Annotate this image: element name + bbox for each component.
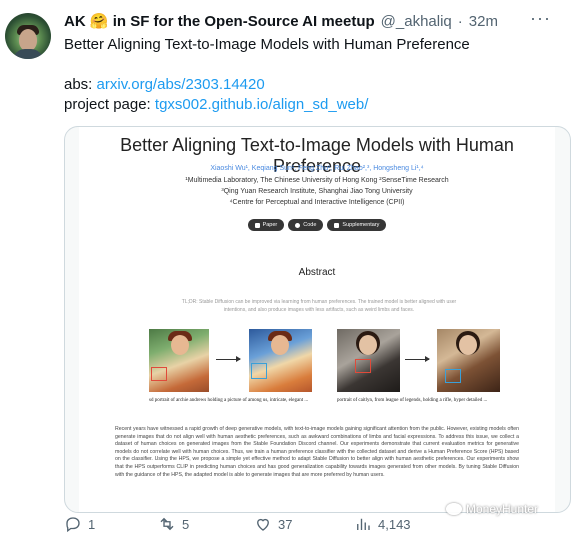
example-image-after-1 bbox=[249, 329, 312, 392]
views-icon bbox=[357, 518, 370, 530]
reply-count: 1 bbox=[88, 516, 96, 532]
tweet-text: Better Aligning Text-to-Image Models wit… bbox=[64, 35, 554, 115]
abs-prefix: abs: bbox=[64, 76, 97, 93]
abstract-body: Recent years have witnessed a rapid grow… bbox=[115, 426, 519, 478]
paper-screenshot: Better Aligning Text-to-Image Models wit… bbox=[79, 127, 555, 512]
tweet: AK 🤗 in SF for the Open-Source AI meetup… bbox=[0, 0, 577, 536]
document-icon bbox=[334, 222, 340, 228]
tldr-text: TL;DR: Stable Diffusion can be improved … bbox=[181, 299, 457, 313]
document-icon bbox=[254, 222, 260, 228]
example-image-after-2 bbox=[437, 329, 500, 392]
tweet-timestamp[interactable]: 32m bbox=[469, 13, 498, 30]
wechat-icon bbox=[446, 503, 462, 515]
abstract-heading: Abstract bbox=[298, 267, 336, 278]
code-button: Code bbox=[288, 219, 324, 231]
retweet-icon bbox=[160, 517, 174, 531]
views-count: 4,143 bbox=[378, 516, 411, 532]
watermark: MoneyHunter bbox=[446, 502, 538, 516]
example-caption-2: portrait of caitlyn, from league of lege… bbox=[337, 398, 488, 403]
watermark-text: MoneyHunter bbox=[466, 502, 539, 516]
arrow-icon bbox=[216, 356, 241, 362]
media-card[interactable]: Better Aligning Text-to-Image Models wit… bbox=[64, 126, 571, 513]
author-handle[interactable]: @_akhaliq bbox=[381, 13, 452, 30]
example-image-before-1 bbox=[149, 329, 209, 392]
hugging-face-emoji: 🤗 bbox=[89, 13, 109, 30]
author-name-text: AK bbox=[64, 13, 86, 30]
paper-affiliation-2: ³Qing Yuan Research Institute, Shanghai … bbox=[221, 188, 413, 195]
author-name-suffix: in SF for the Open-Source AI meetup bbox=[112, 13, 375, 30]
reply-icon bbox=[66, 517, 80, 533]
project-line: project page: tgxs002.github.io/align_sd… bbox=[64, 95, 554, 115]
like-count: 37 bbox=[278, 516, 293, 532]
paper-button-label: Paper bbox=[262, 222, 278, 228]
paper-affiliation-1: ¹Multimedia Laboratory, The Chinese Univ… bbox=[185, 177, 449, 184]
avatar[interactable] bbox=[5, 13, 51, 59]
example-caption-1: sd portrait of archie andrews holding a … bbox=[149, 398, 309, 403]
tweet-header: AK 🤗 in SF for the Open-Source AI meetup… bbox=[64, 12, 498, 30]
abs-link[interactable]: arxiv.org/abs/2303.14420 bbox=[97, 76, 265, 93]
example-image-before-2 bbox=[337, 329, 400, 392]
views-button[interactable]: 4,143 bbox=[354, 515, 411, 533]
supplementary-button-label: Supplementary bbox=[342, 222, 380, 228]
paper-button: Paper bbox=[247, 219, 285, 231]
paper-authors: Xiaoshi Wu¹, Keqiang Sun¹, Feng Zhu², Ru… bbox=[210, 165, 424, 172]
github-icon bbox=[295, 222, 301, 228]
code-button-label: Code bbox=[303, 222, 317, 228]
separator-dot: · bbox=[457, 13, 463, 30]
arrow-icon bbox=[405, 356, 430, 362]
like-button[interactable]: 37 bbox=[254, 515, 292, 533]
reply-button[interactable]: 1 bbox=[64, 515, 95, 533]
paper-affiliation-3: ⁴Centre for Perceptual and Interactive I… bbox=[229, 199, 405, 206]
project-prefix: project page: bbox=[64, 96, 155, 113]
heart-icon bbox=[257, 518, 269, 531]
paper-buttons: Paper Code Supplementary bbox=[79, 219, 555, 231]
retweet-button[interactable]: 5 bbox=[158, 515, 189, 533]
retweet-count: 5 bbox=[182, 516, 190, 532]
supplementary-button: Supplementary bbox=[327, 219, 387, 231]
project-link[interactable]: tgxs002.github.io/align_sd_web/ bbox=[155, 96, 369, 113]
tweet-line-title: Better Aligning Text-to-Image Models wit… bbox=[64, 36, 470, 53]
abs-line: abs: arxiv.org/abs/2303.14420 bbox=[64, 75, 554, 95]
author-name[interactable]: AK 🤗 in SF for the Open-Source AI meetup bbox=[64, 12, 375, 30]
more-options-icon[interactable]: ··· bbox=[530, 8, 551, 29]
